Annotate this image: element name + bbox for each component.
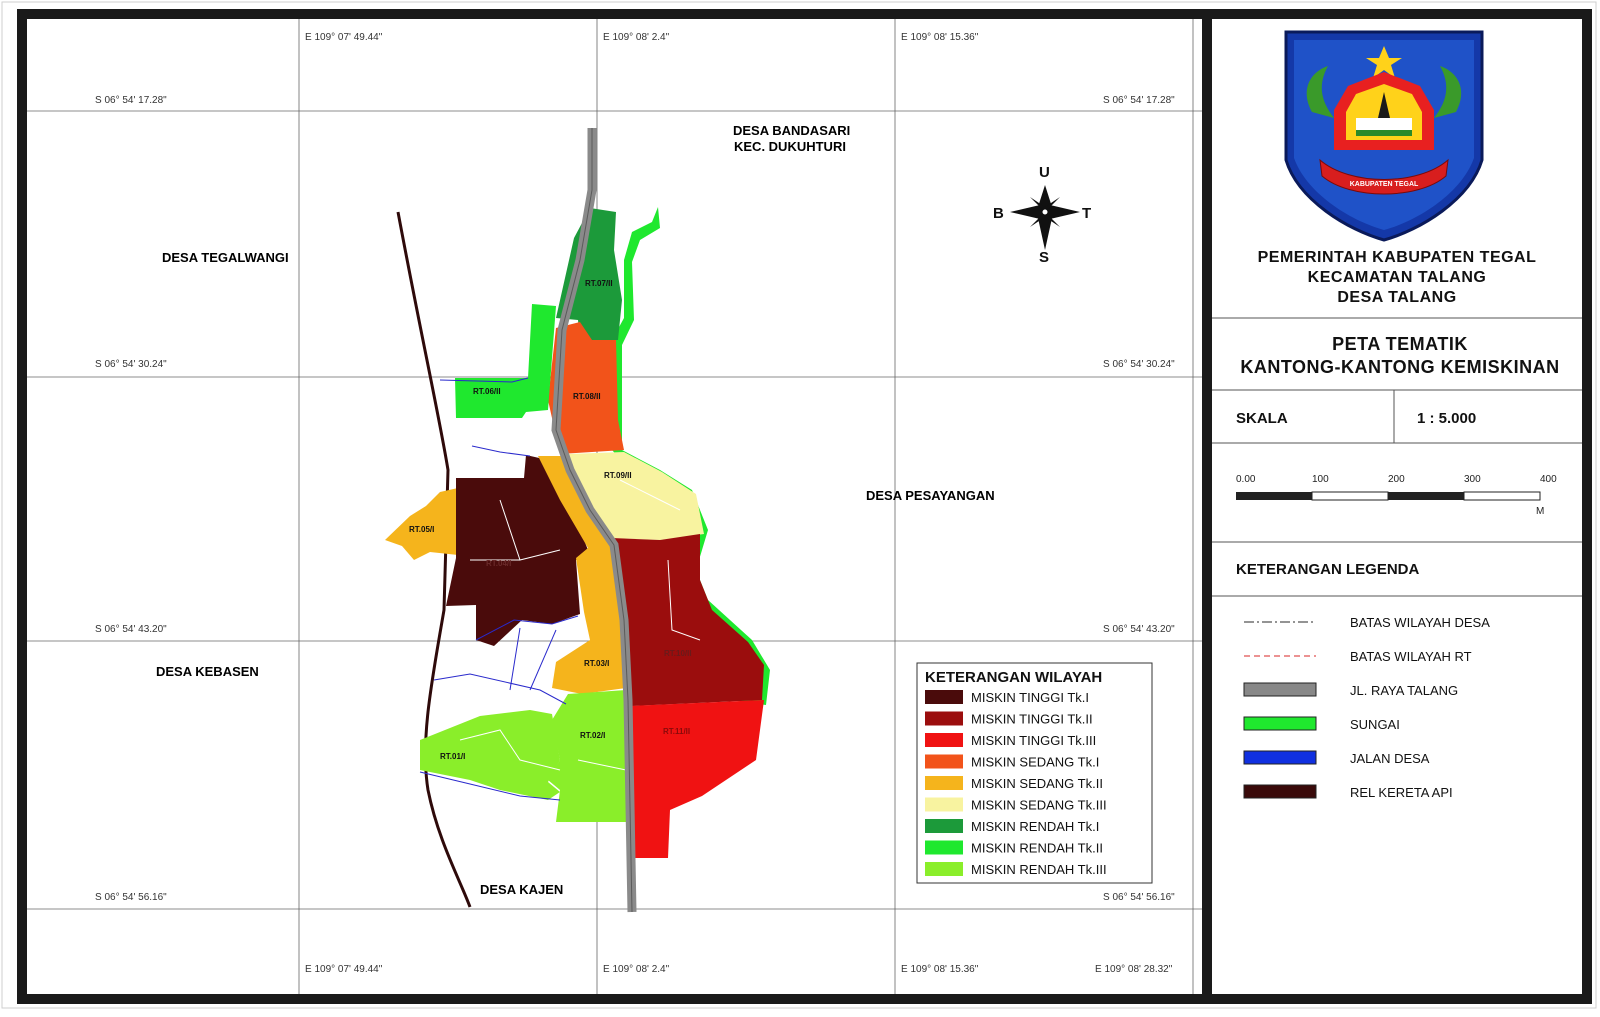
label-rt04: RT.04/I (486, 559, 511, 568)
wilayah-legend-swatch (925, 690, 963, 704)
legend-symbol (1243, 716, 1317, 731)
village-west: DESA TEGALWANGI (162, 250, 289, 265)
wilayah-legend-swatch (925, 733, 963, 747)
village-north-line1: DESA BANDASARI (733, 123, 850, 138)
lat-right-2: S 06° 54' 30.24" (1103, 359, 1175, 370)
lat-left-4: S 06° 54' 56.16" (95, 892, 167, 903)
logo-ribbon-text: KABUPATEN TEGAL (1350, 181, 1419, 188)
village-north-line2: KEC. DUKUHTURI (734, 139, 846, 154)
legend-label: REL KERETA API (1350, 785, 1453, 800)
wilayah-legend-label: MISKIN TINGGI Tk.II (971, 712, 1093, 727)
compass-east: T (1082, 205, 1091, 222)
wilayah-legend-label: MISKIN SEDANG Tk.III (971, 798, 1107, 813)
scale-tick-4: 400 (1540, 474, 1557, 485)
scale-bar (1236, 491, 1541, 501)
lat-left-2: S 06° 54' 30.24" (95, 359, 167, 370)
legend-label: SUNGAI (1350, 717, 1400, 732)
scale-tick-3: 300 (1464, 474, 1481, 485)
map-title-line-1: PETA TEMATIK (1332, 334, 1468, 354)
legend-heading: KETERANGAN LEGENDA (1236, 561, 1420, 578)
gov-line-3: DESA TALANG (1337, 289, 1456, 306)
wilayah-legend-swatch (925, 776, 963, 790)
lat-right-3: S 06° 54' 43.20" (1103, 624, 1175, 635)
label-rt03: RT.03/I (584, 659, 609, 668)
legend-label: BATAS WILAYAH DESA (1350, 615, 1490, 630)
wilayah-legend-swatch (925, 754, 963, 769)
label-rt08: RT.08/II (573, 392, 601, 401)
lon-bottom-3: E 109° 08' 15.36" (901, 964, 979, 975)
label-rt01: RT.01/I (440, 752, 465, 761)
scale-tick-1: 100 (1312, 474, 1329, 485)
wilayah-legend-label: MISKIN RENDAH Tk.I (971, 819, 1099, 834)
legend-symbol (1243, 750, 1317, 765)
legend-symbol (1243, 784, 1317, 799)
legend-label: BATAS WILAYAH RT (1350, 649, 1472, 664)
wilayah-legend: KETERANGAN WILAYAH MISKIN TINGGI Tk.I MIS… (916, 662, 1153, 884)
map-title-line-2: KANTONG-KANTONG KEMISKINAN (1240, 357, 1559, 377)
label-rt05: RT.05/I (409, 525, 434, 534)
lat-right-4: S 06° 54' 56.16" (1103, 892, 1175, 903)
lat-left-1: S 06° 54' 17.28" (95, 95, 167, 106)
lon-top-1: E 109° 07' 49.44" (305, 32, 383, 43)
legend-label: JALAN DESA (1350, 751, 1430, 766)
lon-bottom-2: E 109° 08' 2.4" (603, 964, 670, 975)
wilayah-legend-swatch (925, 840, 963, 855)
lon-bottom-4: E 109° 08' 28.32" (1095, 964, 1173, 975)
lon-top-2: E 109° 08' 2.4" (603, 32, 670, 43)
scale-tick-0: 0.00 (1236, 474, 1256, 485)
label-rt09: RT.09/II (604, 471, 632, 480)
lon-bottom-1: E 109° 07' 49.44" (305, 964, 383, 975)
wilayah-legend-label: MISKIN TINGGI Tk.III (971, 733, 1096, 748)
wilayah-legend-label: MISKIN RENDAH Tk.III (971, 862, 1107, 877)
compass-south: S (1039, 249, 1049, 266)
area-rt02[interactable] (548, 690, 628, 822)
scale-unit: M (1536, 506, 1544, 517)
wilayah-legend-label: MISKIN SEDANG Tk.I (971, 755, 1099, 770)
label-rt10: RT.10/II (664, 649, 692, 658)
gov-line-2: KECAMATAN TALANG (1308, 269, 1487, 286)
label-rt06: RT.06/II (473, 387, 501, 396)
wilayah-legend-swatch (925, 862, 963, 876)
wilayah-legend-title: KETERANGAN WILAYAH (925, 669, 1102, 686)
lat-left-3: S 06° 54' 43.20" (95, 624, 167, 635)
compass-north: U (1039, 164, 1050, 181)
village-south: DESA KAJEN (480, 882, 563, 897)
scale-value: 1 : 5.000 (1417, 410, 1476, 427)
compass-west: B (993, 205, 1004, 222)
legend-symbol (1243, 682, 1317, 697)
village-southwest: DESA KEBASEN (156, 664, 259, 679)
wilayah-legend-swatch (925, 797, 963, 812)
label-rt07: RT.07/II (585, 279, 613, 288)
gov-line-1: PEMERINTAH KABUPATEN TEGAL (1258, 249, 1537, 266)
wilayah-legend-swatch (925, 819, 963, 833)
map-sheet: E 109° 07' 49.44" E 109° 08' 2.4" E 109°… (1, 1, 1597, 1009)
wilayah-legend-label: MISKIN RENDAH Tk.II (971, 841, 1103, 856)
lat-right-1: S 06° 54' 17.28" (1103, 95, 1175, 106)
scale-label: SKALA (1236, 410, 1288, 427)
label-rt02: RT.02/I (580, 731, 605, 740)
scale-tick-2: 200 (1388, 474, 1405, 485)
label-rt11: RT.11/II (663, 727, 690, 736)
lon-top-3: E 109° 08' 15.36" (901, 32, 979, 43)
wilayah-legend-label: MISKIN TINGGI Tk.I (971, 690, 1089, 705)
legend-label: JL. RAYA TALANG (1350, 683, 1458, 698)
village-east: DESA PESAYANGAN (866, 488, 995, 503)
wilayah-legend-label: MISKIN SEDANG Tk.II (971, 776, 1103, 791)
wilayah-legend-swatch (925, 711, 963, 726)
